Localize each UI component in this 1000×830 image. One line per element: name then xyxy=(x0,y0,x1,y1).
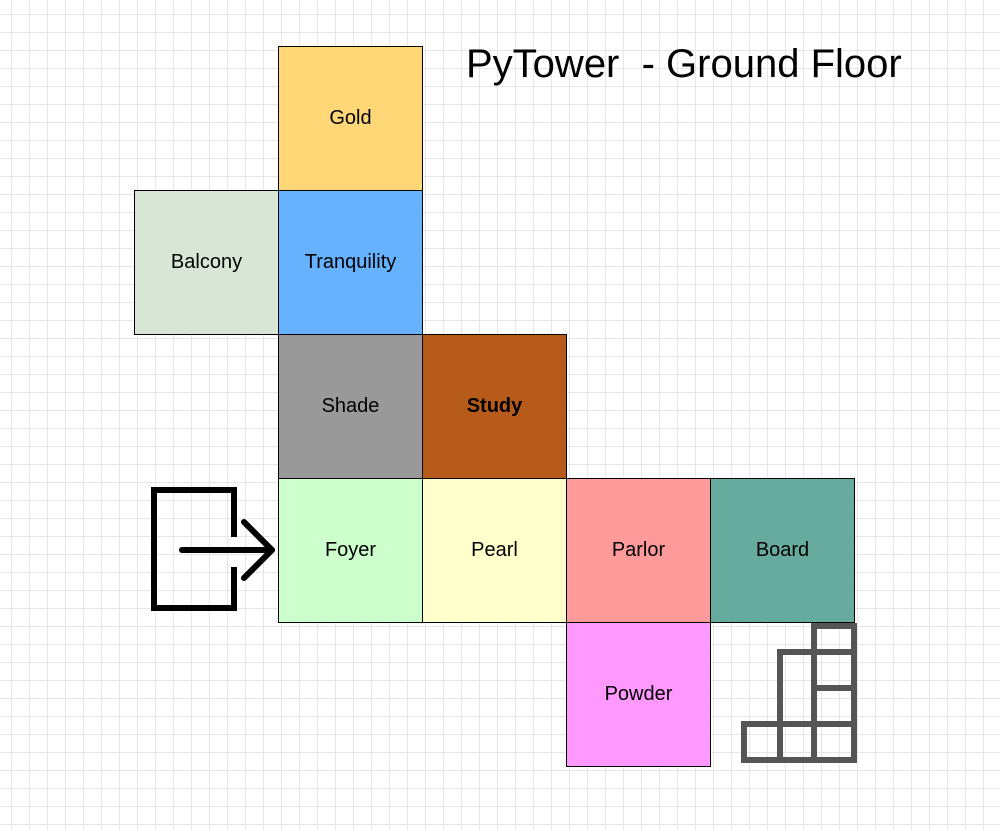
room-balcony: Balcony xyxy=(134,190,279,335)
room-gold: Gold xyxy=(278,46,423,191)
page-title: PyTower - Ground Floor xyxy=(466,42,902,86)
room-shade: Shade xyxy=(278,334,423,479)
room-parlor: Parlor xyxy=(566,478,711,623)
room-powder: Powder xyxy=(566,622,711,767)
room-pearl: Pearl xyxy=(422,478,567,623)
room-board: Board xyxy=(710,478,855,623)
room-tranquility: Tranquility xyxy=(278,190,423,335)
room-study: Study xyxy=(422,334,567,479)
stairs-icon xyxy=(741,623,857,763)
room-foyer: Foyer xyxy=(278,478,423,623)
entrance-icon xyxy=(151,487,275,611)
